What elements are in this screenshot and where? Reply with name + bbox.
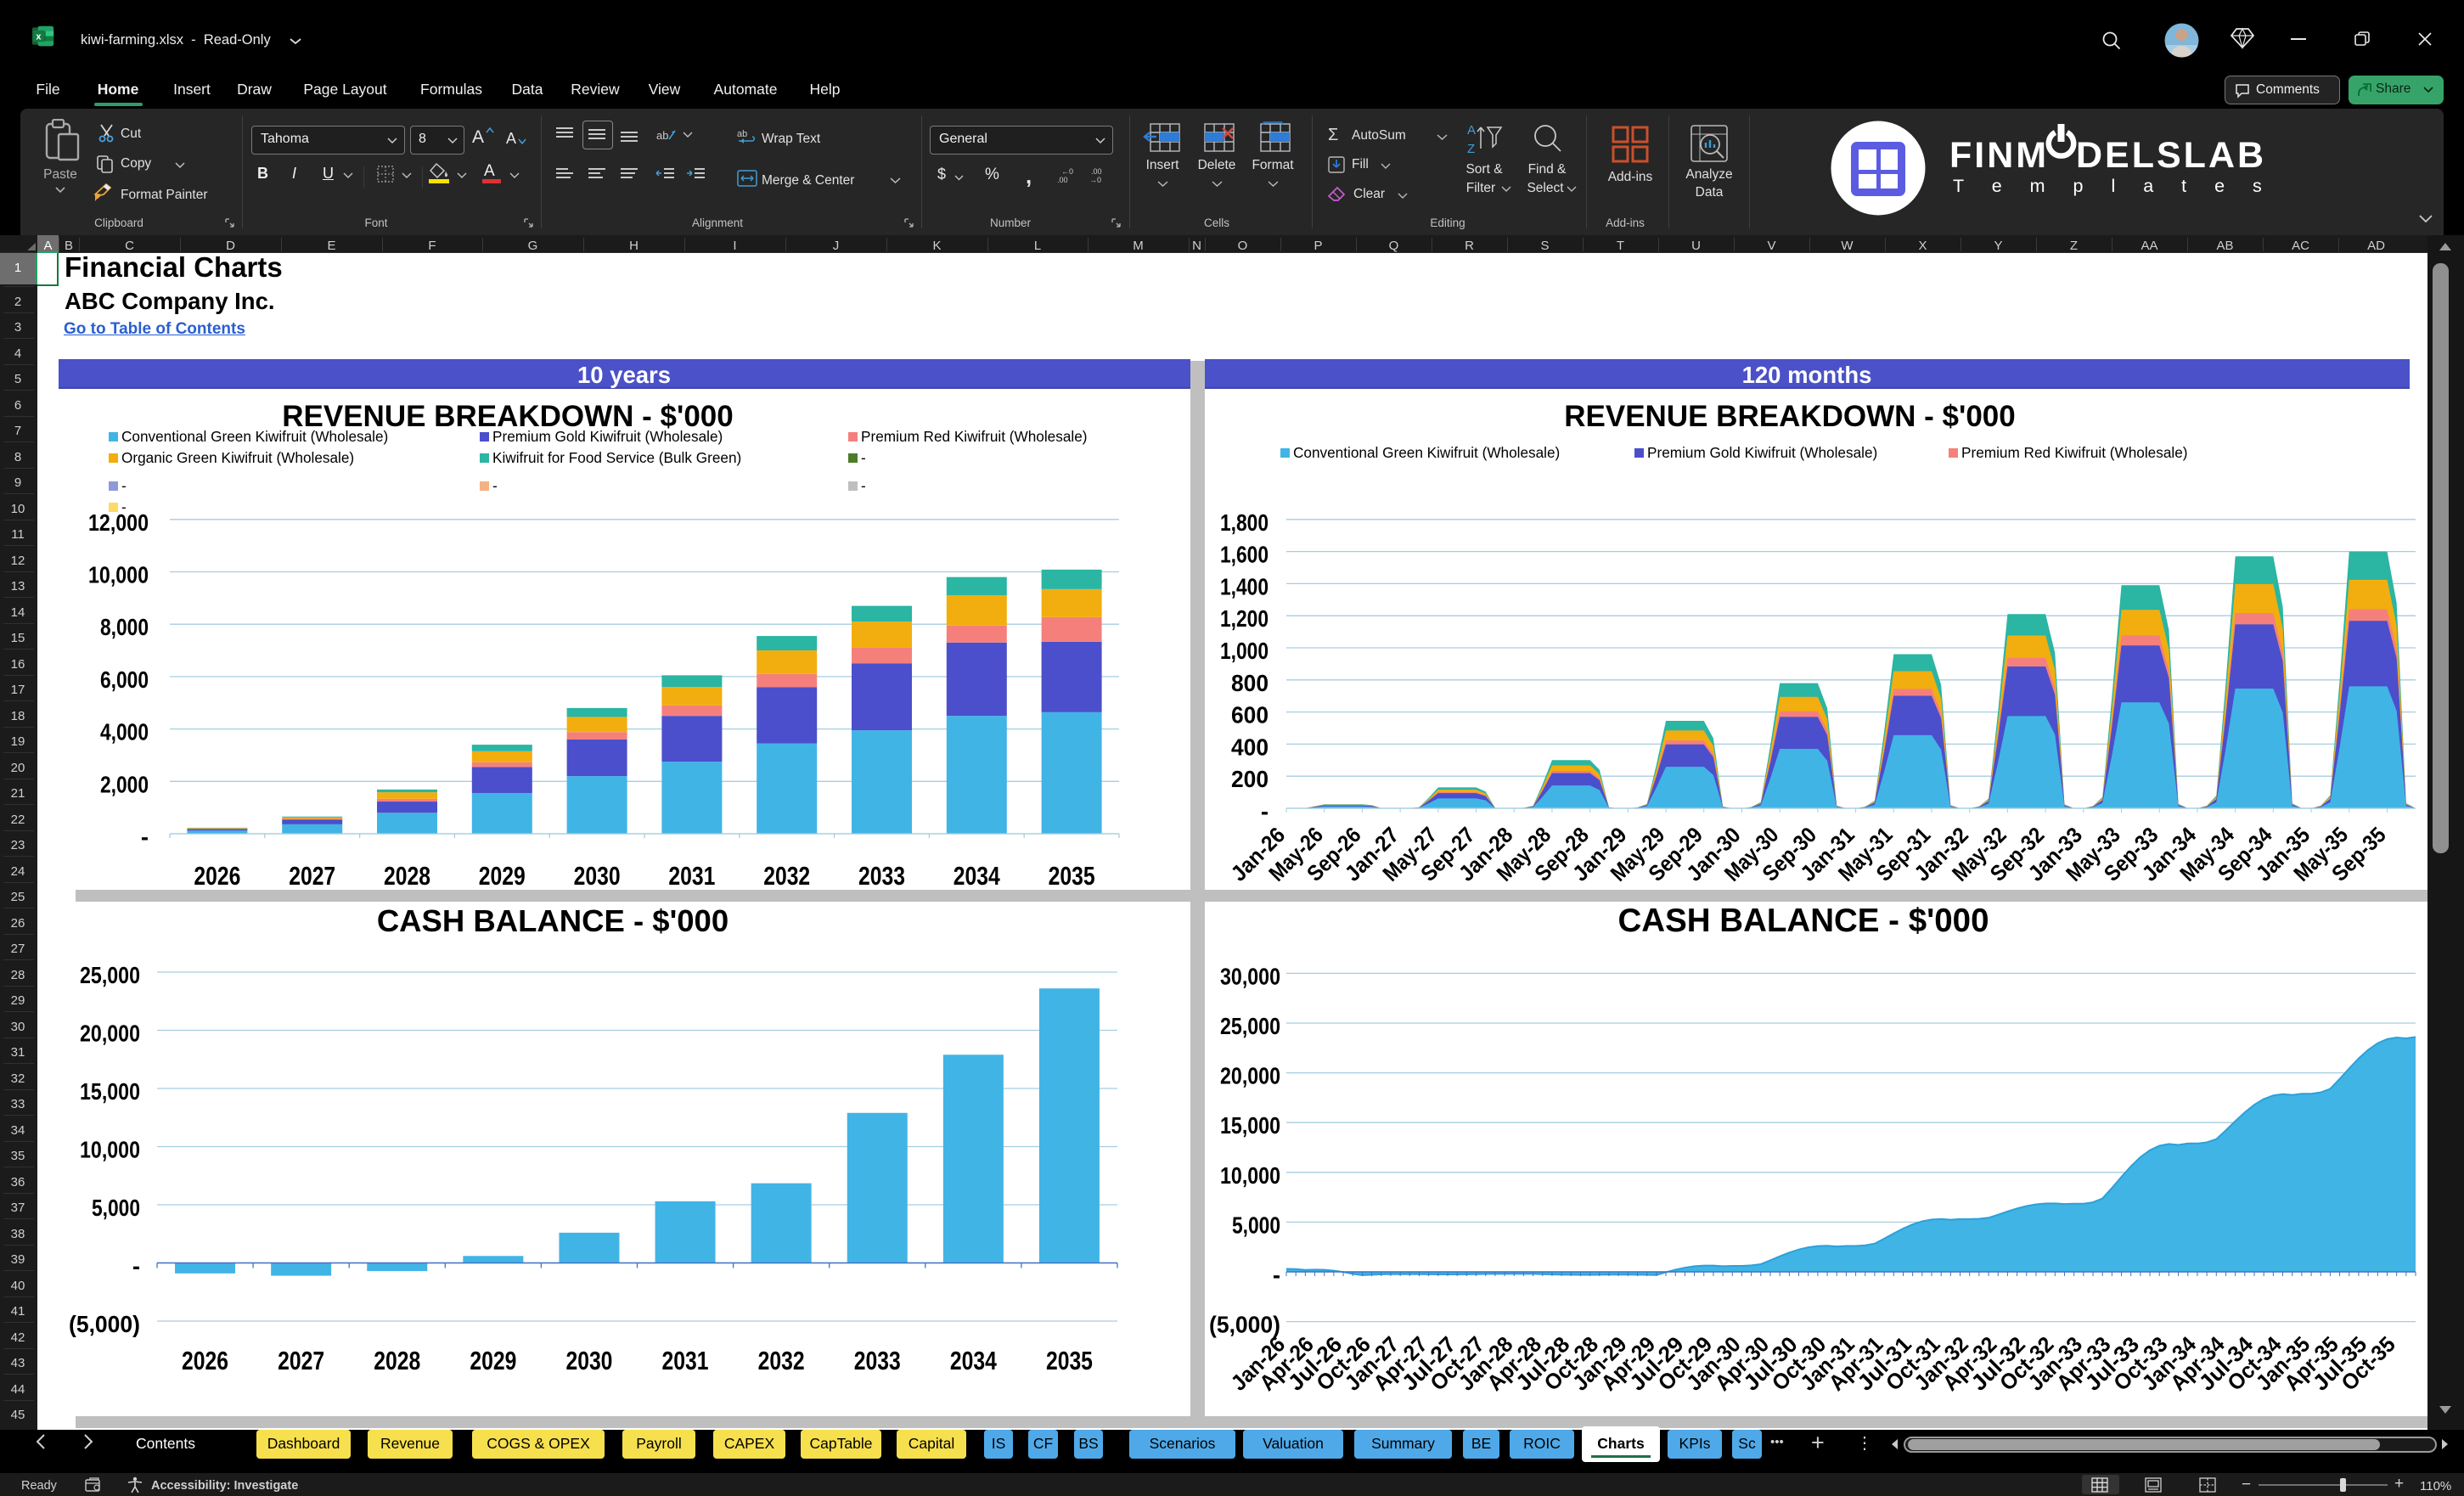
svg-text:2029: 2029 <box>479 861 526 891</box>
svg-text:Premium Gold Kiwifruit (Wholes: Premium Gold Kiwifruit (Wholesale) <box>492 428 723 445</box>
svg-text:5,000: 5,000 <box>1232 1212 1280 1238</box>
svg-text:15,000: 15,000 <box>80 1078 140 1105</box>
svg-text:20,000: 20,000 <box>80 1021 140 1047</box>
svg-text:-: - <box>861 449 866 466</box>
svg-text:10,000: 10,000 <box>80 1137 140 1163</box>
svg-text:2031: 2031 <box>662 1346 709 1375</box>
svg-text:2034: 2034 <box>954 861 1001 891</box>
svg-text:Premium Gold Kiwifruit (Wholes: Premium Gold Kiwifruit (Wholesale) <box>1647 444 1877 461</box>
svg-text:25,000: 25,000 <box>80 962 140 988</box>
svg-text:400: 400 <box>1231 734 1269 760</box>
svg-text:CASH BALANCE - $'000: CASH BALANCE - $'000 <box>1617 903 1989 939</box>
svg-text:1,000: 1,000 <box>1220 638 1269 664</box>
svg-text:-: - <box>1273 1262 1280 1288</box>
svg-text:2035: 2035 <box>1049 861 1095 891</box>
svg-text:2026: 2026 <box>194 861 240 891</box>
svg-text:2030: 2030 <box>565 1346 612 1375</box>
svg-text:8,000: 8,000 <box>100 614 149 640</box>
svg-text:25,000: 25,000 <box>1220 1013 1280 1039</box>
svg-text:2026: 2026 <box>182 1346 228 1375</box>
svg-text:2033: 2033 <box>854 1346 901 1375</box>
svg-text:2033: 2033 <box>858 861 905 891</box>
svg-text:6,000: 6,000 <box>100 666 149 693</box>
svg-text:CASH BALANCE - $'000: CASH BALANCE - $'000 <box>377 903 729 938</box>
svg-text:Conventional Green Kiwifruit (: Conventional Green Kiwifruit (Wholesale) <box>121 428 388 445</box>
svg-text:1,400: 1,400 <box>1220 573 1269 599</box>
svg-text:Organic Green Kiwifruit (Whole: Organic Green Kiwifruit (Wholesale) <box>121 449 354 466</box>
svg-text:5,000: 5,000 <box>92 1195 140 1221</box>
svg-text:1,200: 1,200 <box>1220 605 1269 632</box>
svg-text:20,000: 20,000 <box>1220 1063 1280 1089</box>
svg-text:2028: 2028 <box>384 861 430 891</box>
svg-text:-: - <box>492 477 498 494</box>
svg-text:2031: 2031 <box>668 861 715 891</box>
svg-text:15,000: 15,000 <box>1220 1112 1280 1139</box>
svg-text:2028: 2028 <box>374 1346 420 1375</box>
svg-text:Conventional Green Kiwifruit (: Conventional Green Kiwifruit (Wholesale) <box>1293 444 1560 461</box>
svg-text:2,000: 2,000 <box>100 771 149 797</box>
svg-text:2032: 2032 <box>758 1346 805 1375</box>
svg-text:2030: 2030 <box>574 861 621 891</box>
svg-text:2032: 2032 <box>763 861 810 891</box>
svg-text:-: - <box>1261 798 1269 824</box>
svg-text:REVENUE BREAKDOWN - $'000: REVENUE BREAKDOWN - $'000 <box>1564 400 2015 433</box>
svg-text:200: 200 <box>1231 766 1269 792</box>
svg-text:(5,000): (5,000) <box>69 1311 140 1337</box>
svg-text:-: - <box>861 477 866 494</box>
svg-text:1,600: 1,600 <box>1220 542 1269 568</box>
svg-text:12,000: 12,000 <box>88 509 149 536</box>
svg-text:2029: 2029 <box>470 1346 516 1375</box>
svg-text:10,000: 10,000 <box>88 562 149 588</box>
svg-text:2027: 2027 <box>289 861 335 891</box>
svg-text:2027: 2027 <box>278 1346 324 1375</box>
svg-text:30,000: 30,000 <box>1220 963 1280 989</box>
svg-text:Premium Red Kiwifruit (Wholesa: Premium Red Kiwifruit (Wholesale) <box>861 428 1087 445</box>
svg-text:-: - <box>132 1253 140 1279</box>
svg-text:4,000: 4,000 <box>100 719 149 745</box>
svg-text:600: 600 <box>1231 702 1269 728</box>
svg-text:-: - <box>141 824 149 850</box>
svg-text:Kiwifruit for Food Service (Bu: Kiwifruit for Food Service (Bulk Green) <box>492 449 741 466</box>
svg-text:Premium Red Kiwifruit (Wholesa: Premium Red Kiwifruit (Wholesale) <box>1961 444 2187 461</box>
svg-text:2035: 2035 <box>1046 1346 1093 1375</box>
svg-text:-: - <box>121 477 127 494</box>
svg-text:800: 800 <box>1231 670 1269 696</box>
svg-text:2034: 2034 <box>950 1346 998 1375</box>
svg-text:1,800: 1,800 <box>1220 509 1269 536</box>
svg-text:10,000: 10,000 <box>1220 1162 1280 1189</box>
